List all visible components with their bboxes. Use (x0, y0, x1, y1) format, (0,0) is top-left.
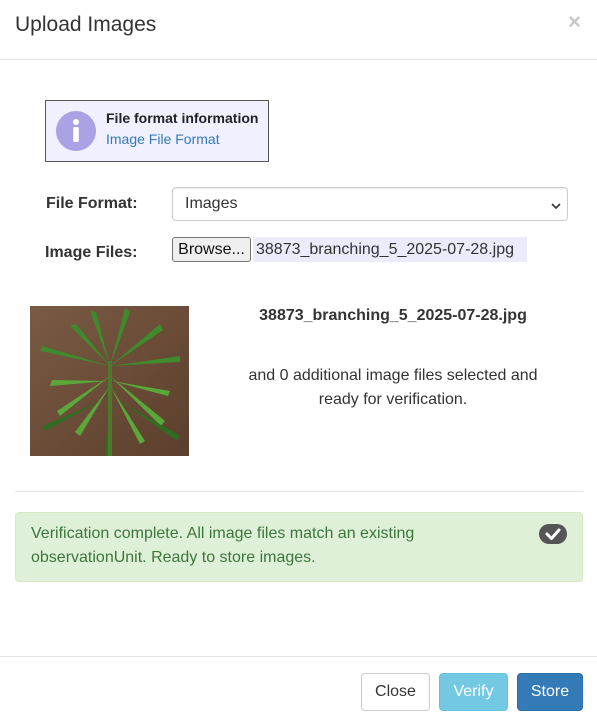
image-files-label: Image Files: (45, 244, 138, 261)
info-icon (56, 111, 96, 151)
preview-note: and 0 additional image files selected an… (248, 367, 538, 408)
file-format-select[interactable]: Images (172, 187, 568, 221)
selected-file-name[interactable]: 38873_branching_5_2025-07-28.jpg (253, 237, 527, 262)
preview-file-name: 38873_branching_5_2025-07-28.jpg (259, 307, 527, 324)
info-title: File format information (106, 110, 259, 126)
store-button[interactable]: Store (517, 673, 583, 711)
file-format-label: File Format: (46, 195, 138, 212)
chevron-down-icon (550, 199, 562, 217)
modal-header: Upload Images × (0, 0, 597, 60)
check-circle-icon (539, 524, 567, 544)
close-button[interactable]: Close (361, 673, 430, 711)
modal-footer: Close Verify Store (0, 656, 597, 725)
close-icon[interactable]: × (568, 11, 581, 33)
file-format-select-value: Images (185, 195, 238, 212)
verification-alert: Verification complete. All image files m… (15, 512, 583, 582)
verification-message: Verification complete. All image files m… (31, 525, 415, 566)
image-file-format-link[interactable]: Image File Format (106, 131, 220, 147)
verify-button[interactable]: Verify (439, 673, 508, 711)
modal-title: Upload Images (15, 13, 157, 36)
image-thumbnail (30, 306, 189, 456)
divider (15, 491, 583, 492)
browse-button[interactable]: Browse... (172, 237, 251, 262)
file-format-info-box: File format information Image File Forma… (45, 100, 269, 162)
